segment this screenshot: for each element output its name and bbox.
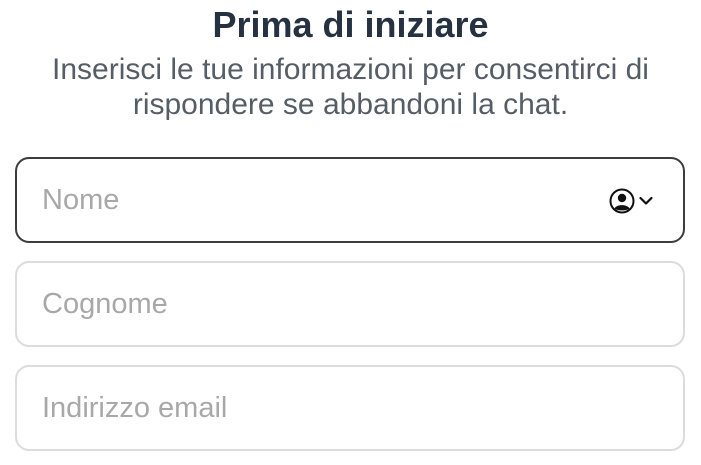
email-placeholder: Indirizzo email <box>42 392 228 424</box>
person-circle-icon <box>609 188 635 214</box>
last-name-field[interactable]: Cognome <box>15 261 685 347</box>
last-name-placeholder: Cognome <box>42 288 168 320</box>
page-subtitle: Inserisci le tue informazioni per consen… <box>52 53 649 121</box>
first-name-field[interactable]: Nome <box>15 157 685 243</box>
chevron-down-icon <box>639 196 653 205</box>
contact-autofill-button[interactable] <box>609 188 657 214</box>
page-title: Prima di iniziare <box>212 4 489 45</box>
first-name-placeholder: Nome <box>42 184 120 216</box>
email-field[interactable]: Indirizzo email <box>15 365 685 451</box>
